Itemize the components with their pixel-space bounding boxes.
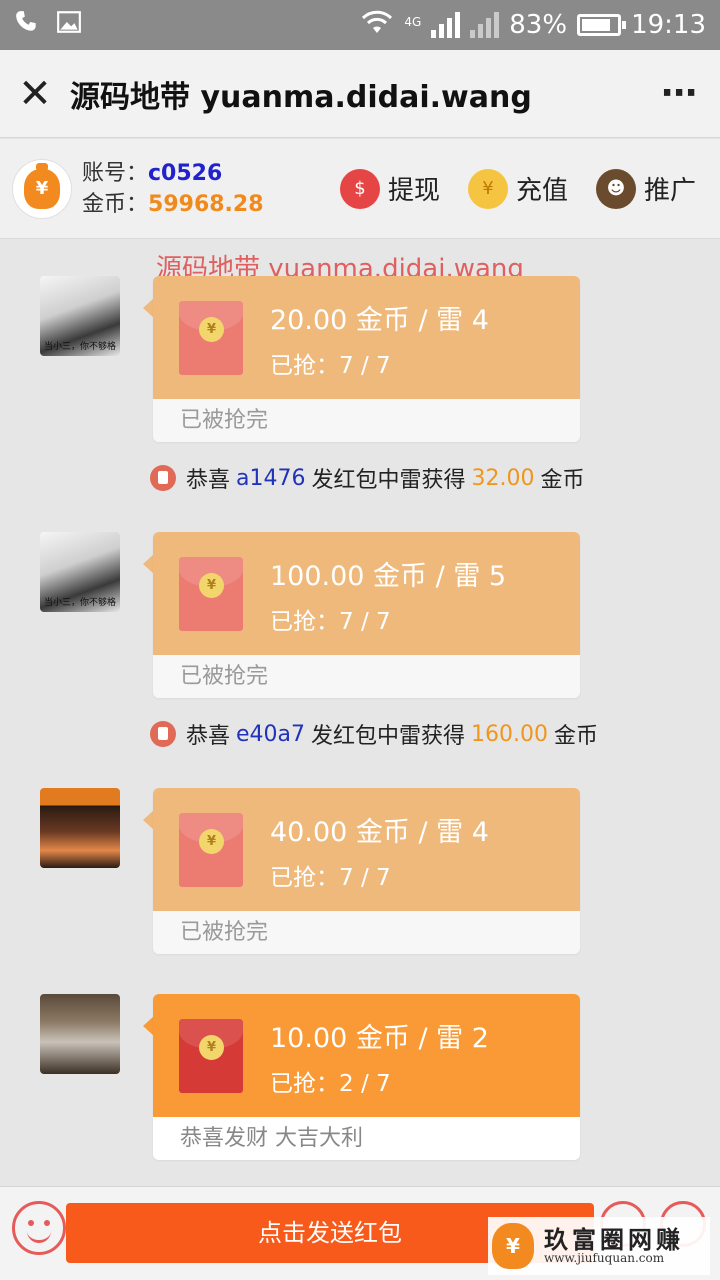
battery-percent: 83%	[509, 10, 568, 40]
watermark-logo-title: 玖富圈网赚	[544, 1225, 684, 1255]
network-type-label: 4G	[404, 14, 422, 29]
coin-balance-label: 金币：	[82, 191, 149, 217]
avatar[interactable]	[40, 994, 120, 1074]
red-packet-small-icon	[150, 465, 176, 491]
packet-amount: 100.00 金币 / 雷 5	[270, 561, 507, 592]
avatar-caption: 当小三，你不够格	[43, 598, 116, 608]
notice-user-id[interactable]: e40a7	[236, 722, 305, 747]
status-bar: 4G 83% 19:13	[0, 0, 720, 50]
notice-text: 发红包中雷获得	[311, 724, 466, 749]
mine-hit-notice: 恭喜 a1476 发红包中雷获得 32.00 金币	[150, 462, 585, 494]
red-envelope-icon: ¥	[179, 813, 243, 887]
watermark-logo-url: www.jiufuquan.com	[544, 1251, 665, 1266]
withdraw-button[interactable]: $ 提现	[339, 168, 440, 209]
close-icon[interactable]: ✕	[0, 74, 70, 114]
notice-amount: 32.00	[471, 465, 535, 491]
red-packet-bubble[interactable]: ¥ 10.00 金币 / 雷 2 已抢：2 / 7 恭喜发财 大吉大利	[153, 994, 580, 1160]
mine-hit-notice: 恭喜 e40a7 发红包中雷获得 160.00 金币	[150, 718, 598, 750]
yuan-coin-icon: ¥	[199, 317, 224, 342]
battery-fill	[582, 19, 611, 31]
avatar[interactable]: ¥	[12, 158, 72, 219]
more-icon[interactable]: ⋯	[640, 73, 720, 114]
recharge-label: 充值	[515, 176, 568, 206]
packet-status: 已被抢完	[153, 399, 580, 442]
coin-hand-icon: ¥	[467, 168, 508, 209]
promoter-icon: ☻	[595, 168, 636, 209]
packet-status: 已被抢完	[153, 911, 580, 954]
packet-amount: 10.00 金币 / 雷 2	[270, 1023, 489, 1054]
wifi-icon	[360, 9, 394, 42]
emoji-icon[interactable]	[12, 1201, 66, 1255]
watermark-logo: ¥ 玖富圈网赚 www.jiufuquan.com	[488, 1217, 710, 1275]
page-title: 源码地带 yuanma.didai.wang	[70, 79, 532, 115]
image-icon	[56, 9, 82, 42]
signal-strength-icon-secondary	[470, 12, 500, 38]
avatar[interactable]: 当小三，你不够格	[40, 532, 120, 612]
coin-balance-value: 59968.28	[148, 191, 264, 217]
battery-icon	[577, 14, 627, 36]
avatar[interactable]	[40, 788, 120, 868]
red-envelope-icon: ¥	[179, 557, 243, 631]
signal-strength-icon	[431, 12, 461, 38]
phone-call-icon	[14, 9, 40, 42]
red-packet-small-icon	[150, 721, 176, 747]
account-id-label: 账号：	[82, 160, 149, 186]
account-id-value: c0526	[148, 160, 223, 186]
packet-grab-count: 已抢：7 / 7	[270, 353, 391, 379]
packet-grab-count: 已抢：2 / 7	[270, 1071, 391, 1097]
account-info: 账号：c0526 金币：59968.28	[82, 158, 264, 220]
account-bar: ¥ 账号：c0526 金币：59968.28 $ 提现 ¥ 充值 ☻ 推广	[0, 139, 720, 239]
packet-greeting: 恭喜发财 大吉大利	[153, 1117, 580, 1160]
red-packet-bubble[interactable]: ¥ 40.00 金币 / 雷 4 已抢：7 / 7 已被抢完	[153, 788, 580, 954]
notice-prefix: 恭喜	[186, 724, 231, 749]
money-bag-icon: ¥	[24, 162, 60, 209]
clock: 19:13	[631, 10, 706, 40]
notice-suffix: 金币	[540, 468, 585, 493]
packet-amount: 40.00 金币 / 雷 4	[270, 817, 489, 848]
red-envelope-icon: ¥	[179, 1019, 243, 1093]
promote-button[interactable]: ☻ 推广	[595, 168, 696, 209]
withdraw-label: 提现	[387, 176, 440, 206]
account-actions: $ 提现 ¥ 充值 ☻ 推广	[339, 168, 720, 209]
red-envelope-icon: ¥	[179, 301, 243, 375]
red-packet-bubble[interactable]: ¥ 20.00 金币 / 雷 4 已抢：7 / 7 已被抢完	[153, 276, 580, 442]
promote-label: 推广	[643, 176, 696, 206]
notice-text: 发红包中雷获得	[311, 468, 466, 493]
notice-suffix: 金币	[554, 724, 599, 749]
yuan-coin-icon: ¥	[199, 829, 224, 854]
coins-stack-icon: $	[339, 168, 380, 209]
packet-grab-count: 已抢：7 / 7	[270, 865, 391, 891]
notice-user-id[interactable]: a1476	[236, 466, 305, 491]
packet-amount: 20.00 金币 / 雷 4	[270, 305, 489, 336]
packet-status: 已被抢完	[153, 655, 580, 698]
avatar-caption: 当小三，你不够格	[43, 342, 116, 352]
yuan-coin-icon: ¥	[199, 573, 224, 598]
nav-bar: ✕ 源码地带 yuanma.didai.wang ⋯	[0, 50, 720, 138]
notice-amount: 160.00	[471, 721, 549, 747]
bottom-bar: 点击发送红包 ¥ 玖富圈网赚 www.jiufuquan.com	[0, 1186, 720, 1280]
notice-prefix: 恭喜	[186, 468, 231, 493]
avatar[interactable]: 当小三，你不够格	[40, 276, 120, 356]
recharge-button[interactable]: ¥ 充值	[467, 168, 568, 209]
yuan-coin-icon: ¥	[199, 1035, 224, 1060]
packet-grab-count: 已抢：7 / 7	[270, 609, 391, 635]
chat-area[interactable]: 源码地带 yuanma.didai.wang 当小三，你不够格 ¥ 20.00 …	[0, 240, 720, 1186]
red-packet-bubble[interactable]: ¥ 100.00 金币 / 雷 5 已抢：7 / 7 已被抢完	[153, 532, 580, 698]
money-bag-icon: ¥	[492, 1223, 534, 1269]
